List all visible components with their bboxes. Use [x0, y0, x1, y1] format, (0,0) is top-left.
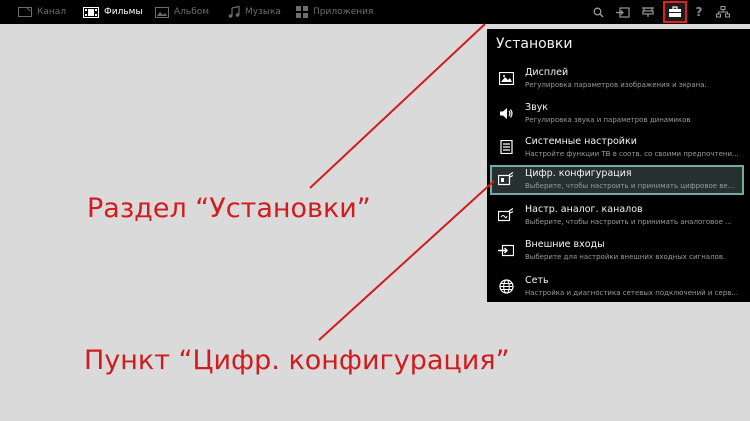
- nav-item-movies[interactable]: Фильмы: [83, 0, 143, 24]
- tv-icon: [18, 6, 32, 18]
- nav-item-music[interactable]: Музыка: [228, 0, 281, 24]
- film-icon: [83, 6, 99, 18]
- top-navigation-bar: Канал Фильмы Альбом Музыка Приложения ?: [0, 0, 750, 24]
- nav-item-label: Приложения: [313, 7, 374, 17]
- nav-item-label: Музыка: [245, 7, 281, 17]
- help-icon[interactable]: ?: [689, 3, 709, 21]
- menu-item-title: Сеть: [525, 275, 549, 286]
- input-icon[interactable]: [613, 3, 633, 21]
- nav-item-label: Фильмы: [104, 7, 143, 17]
- system-list-icon: [498, 139, 514, 155]
- nav-item-channel[interactable]: Канал: [18, 0, 66, 24]
- annotation-digital-config-item: Пункт “Цифр. конфигурация”: [84, 345, 510, 376]
- menu-item-analog-channels[interactable]: Настр. аналог. каналов Выберите, чтобы н…: [490, 201, 744, 231]
- menu-item-title: Настр. аналог. каналов: [525, 204, 643, 215]
- network-icon[interactable]: [713, 3, 733, 21]
- nav-item-album[interactable]: Альбом: [155, 0, 209, 24]
- picture-icon: [498, 70, 514, 86]
- menu-item-description: Настройка и диагностика сетевых подключе…: [525, 289, 739, 297]
- photo-icon: [155, 6, 169, 18]
- menu-item-description: Выберите для настройки внешних входных с…: [525, 253, 726, 261]
- globe-icon: [498, 278, 514, 294]
- menu-item-sound[interactable]: Звук Регулировка звука и параметров дина…: [490, 99, 744, 129]
- nav-item-label: Канал: [37, 7, 67, 17]
- menu-item-description: Настройте функции ТВ в соотв. со своими …: [525, 150, 739, 158]
- search-icon[interactable]: [588, 3, 608, 21]
- panel-title: Установки: [496, 36, 573, 52]
- menu-item-title: Системные настройки: [525, 136, 637, 147]
- menu-item-description: Регулировка параметров изображения и экр…: [525, 81, 707, 89]
- menu-item-title: Цифр. конфигурация: [525, 168, 632, 179]
- toolbox-icon[interactable]: [663, 1, 687, 23]
- nav-item-label: Альбом: [174, 7, 210, 17]
- callout-line-settings: [309, 23, 486, 189]
- menu-item-digital-config[interactable]: Цифр. конфигурация Выберите, чтобы настр…: [490, 165, 744, 195]
- annotation-settings-section: Раздел “Установки”: [87, 193, 371, 224]
- menu-item-title: Звук: [525, 102, 549, 113]
- menu-item-title: Внешние входы: [525, 239, 605, 250]
- menu-item-title: Дисплей: [525, 67, 569, 78]
- digital-antenna-icon: [498, 171, 514, 187]
- settings-panel: Установки Дисплей Регулировка параметров…: [487, 29, 750, 302]
- menu-item-description: Выберите, чтобы настроить и принимать ан…: [525, 218, 732, 226]
- help-glyph: ?: [695, 5, 703, 19]
- input-arrow-icon: [498, 242, 514, 258]
- speaker-icon: [498, 105, 514, 121]
- menu-item-system-settings[interactable]: Системные настройки Настройте функции ТВ…: [490, 133, 744, 163]
- nav-item-apps[interactable]: Приложения: [296, 0, 373, 24]
- menu-item-external-inputs[interactable]: Внешние входы Выберите для настройки вне…: [490, 236, 744, 266]
- antenna-icon[interactable]: [638, 3, 658, 21]
- menu-item-description: Выберите, чтобы настроить и принимать ци…: [525, 182, 735, 190]
- music-icon: [228, 6, 240, 18]
- menu-item-network[interactable]: Сеть Настройка и диагностика сетевых под…: [490, 272, 744, 302]
- analog-antenna-icon: [498, 207, 514, 223]
- menu-item-description: Регулировка звука и параметров динамиков: [525, 116, 691, 124]
- menu-item-display[interactable]: Дисплей Регулировка параметров изображен…: [490, 64, 744, 94]
- apps-icon: [296, 6, 308, 18]
